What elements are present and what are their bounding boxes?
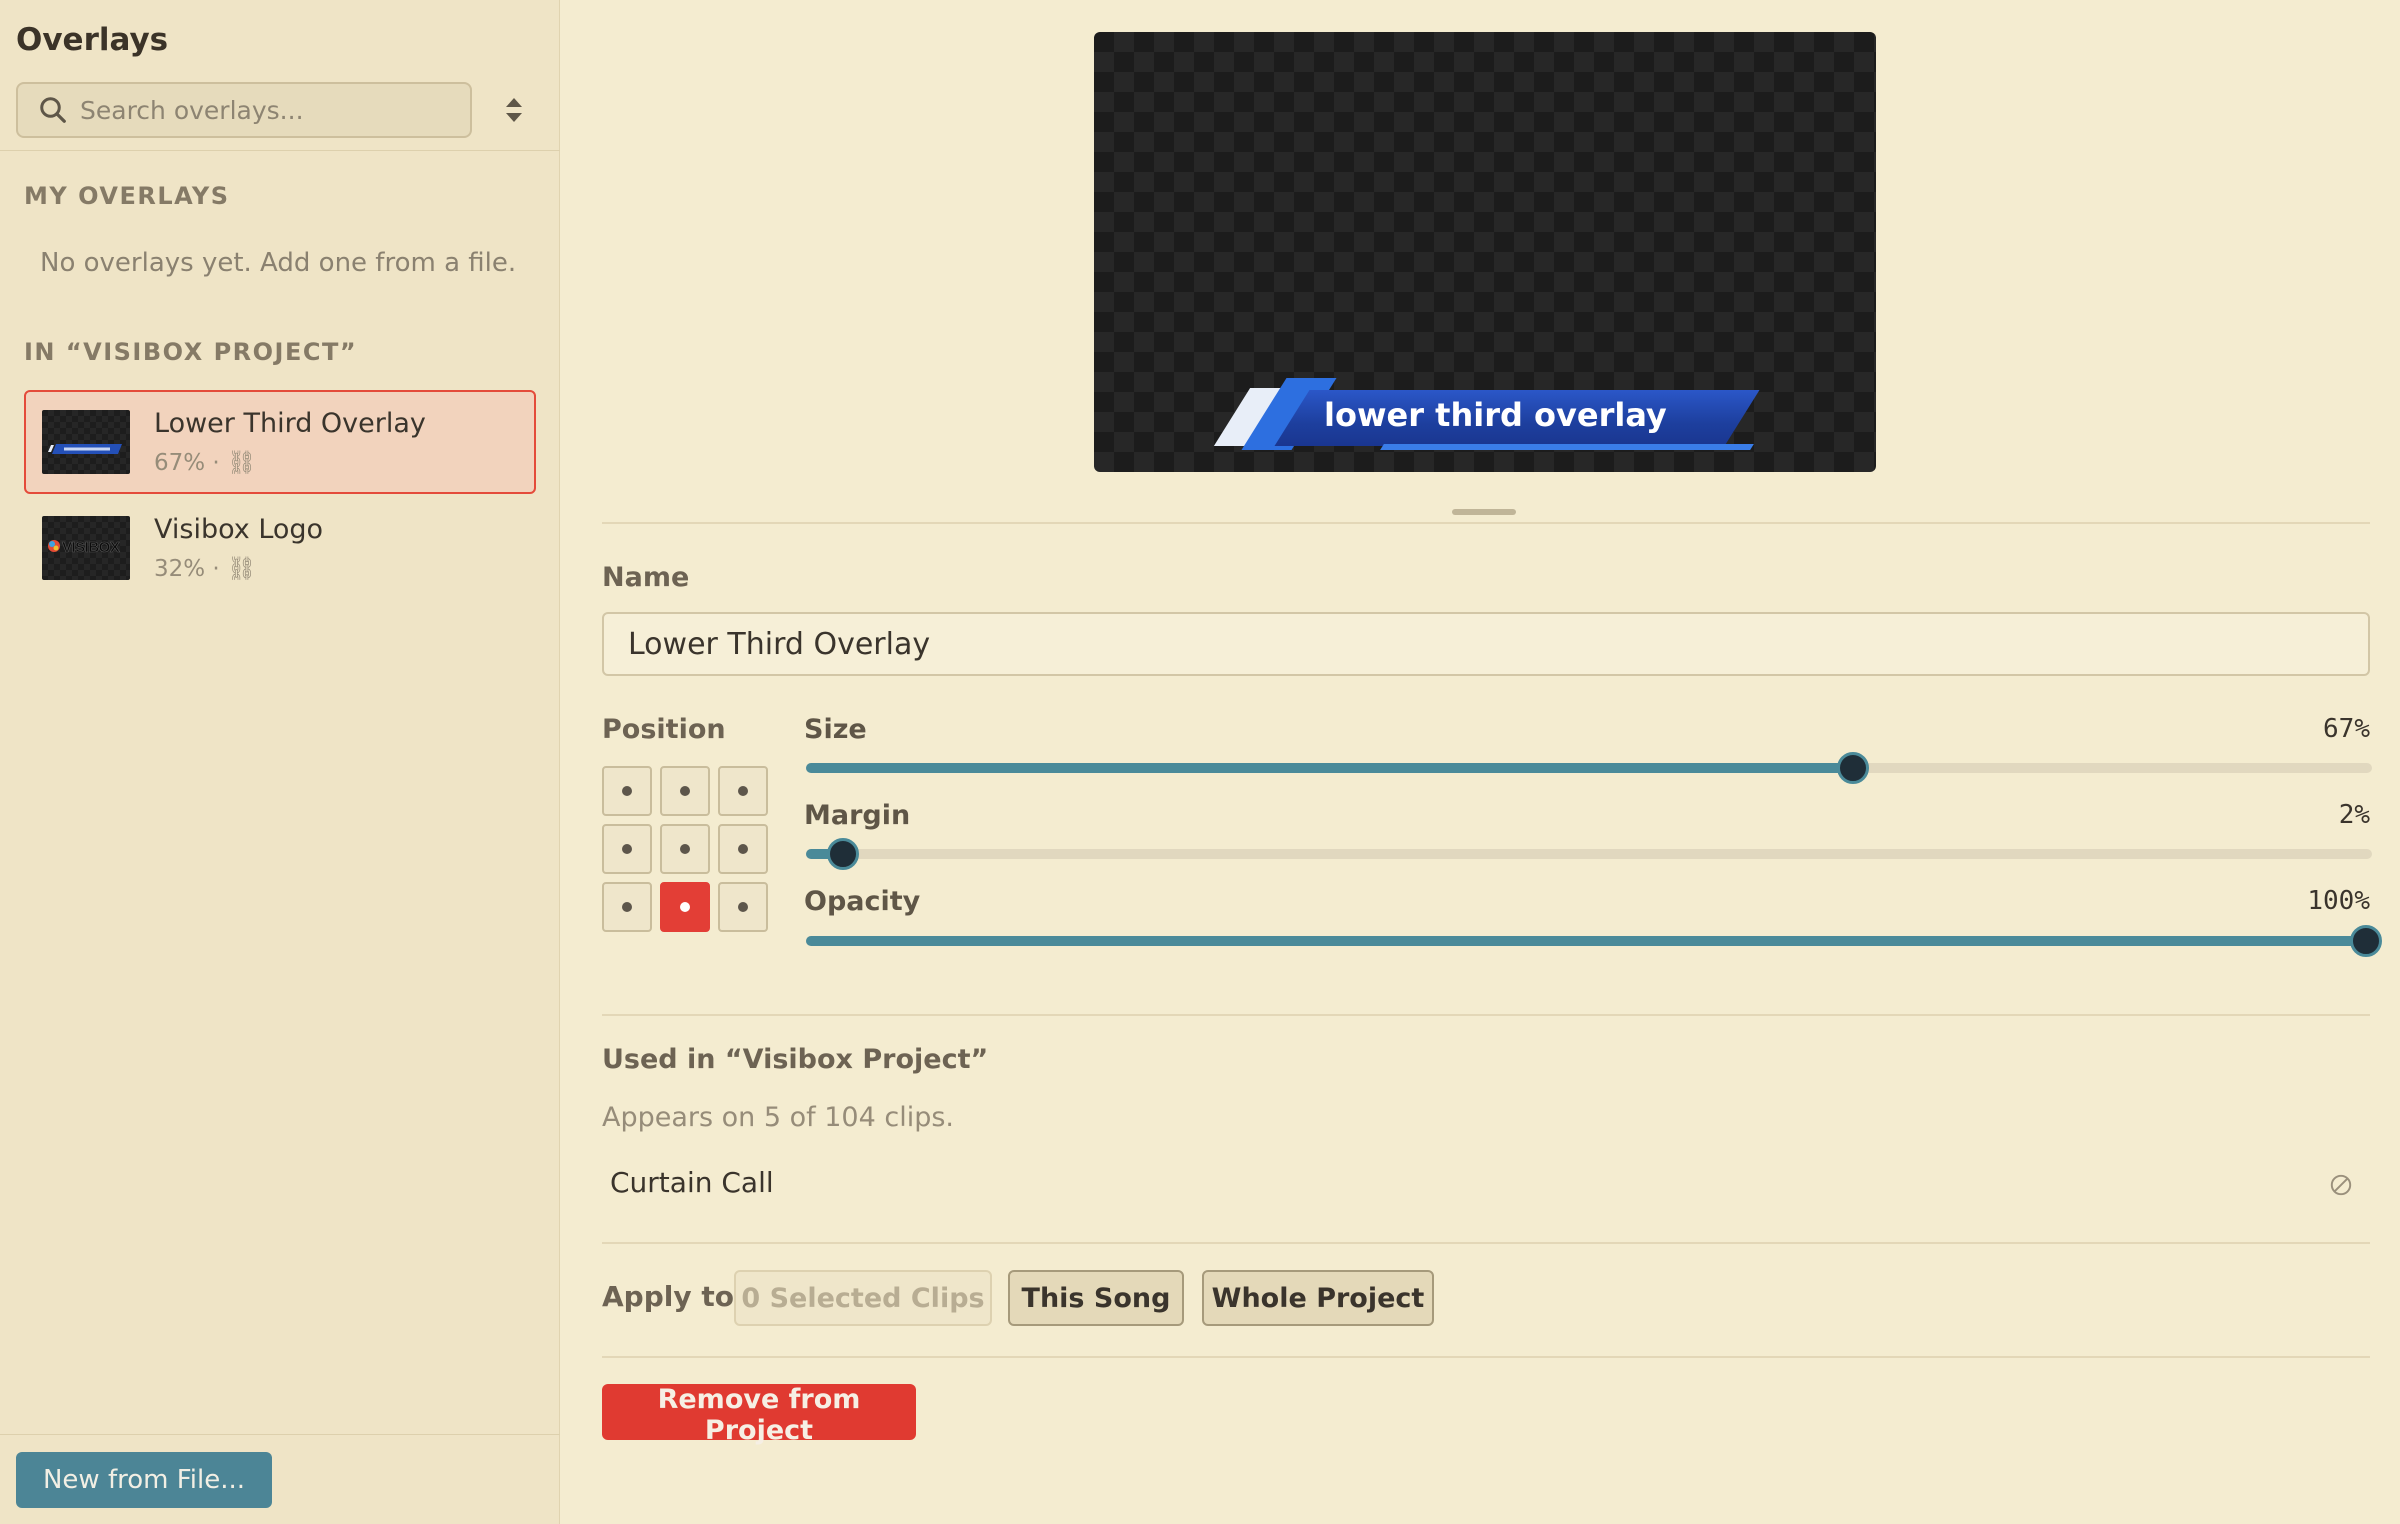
visibox-logo-text: VISIBOX [62,539,120,557]
position-bottom-right[interactable] [718,882,768,932]
overlay-name: Visibox Logo [154,514,324,545]
project-overlays-heading: IN “VISIBOX PROJECT” [24,338,358,366]
position-middle-center[interactable] [660,824,710,874]
overlay-preview: lower third overlay [1094,32,1876,472]
opacity-slider[interactable] [806,925,2382,957]
position-bottom-center[interactable] [660,882,710,932]
name-label: Name [602,562,690,593]
margin-value: 2% [2338,800,2370,830]
position-top-right[interactable] [718,766,768,816]
search-input[interactable] [80,95,470,125]
sort-arrows-icon [506,98,522,122]
new-from-file-button[interactable]: New from File... [16,1452,272,1508]
clip-row[interactable]: Curtain Call [610,1166,2362,1206]
opacity-value: 100% [2307,886,2370,916]
opacity-slider-fill [806,936,2366,946]
divider [602,1014,2370,1016]
overlay-thumbnail [42,410,130,474]
usage-title: Used in “Visibox Project” [602,1044,989,1075]
clip-name: Curtain Call [610,1166,774,1199]
usage-description: Appears on 5 of 104 clips. [602,1102,954,1133]
my-overlays-heading: MY OVERLAYS [24,182,230,210]
size-slider[interactable] [806,752,2372,784]
overlay-item-lower-third[interactable]: Lower Third Overlay 67% · ⛓ [24,390,536,494]
overlay-thumbnail: VISIBOX [42,516,130,580]
size-slider-fill [806,763,1853,773]
resize-handle[interactable] [1452,509,1516,515]
overlay-item-visibox-logo[interactable]: VISIBOX Visibox Logo 32% · ⛓ [24,496,536,600]
opacity-label: Opacity [804,886,921,917]
size-value: 67% [2323,714,2370,744]
apply-to-label: Apply to [602,1280,734,1313]
divider [602,1242,2370,1244]
remove-from-clip-icon[interactable] [2328,1172,2354,1198]
overlay-editor: lower third overlay Name Position Size 6… [560,0,2400,1524]
apply-this-song-button[interactable]: This Song [1008,1270,1184,1326]
margin-slider[interactable] [806,838,2372,870]
apply-selected-clips-button[interactable]: 0 Selected Clips [734,1270,992,1326]
apply-whole-project-button[interactable]: Whole Project [1202,1270,1434,1326]
app-window: Overlays MY OVERLAYS No overlays yet. Ad… [0,0,2400,1524]
search-icon [40,97,66,123]
overlay-meta: 67% · ⛓ [154,450,257,476]
preview-overlay-text: lower third overlay [1324,396,1667,434]
opacity-slider-knob[interactable] [2350,925,2382,957]
empty-overlays-message: No overlays yet. Add one from a file. [40,248,517,278]
name-field[interactable] [602,612,2370,676]
margin-slider-knob[interactable] [827,838,859,870]
size-label: Size [804,714,867,745]
position-middle-left[interactable] [602,824,652,874]
sort-button[interactable] [496,92,532,128]
lower-third-graphic: lower third overlay [1213,378,1760,462]
overlay-meta: 32% · ⛓ [154,556,257,582]
divider [602,522,2370,524]
margin-label: Margin [804,800,911,831]
sidebar-title: Overlays [16,22,169,58]
position-label: Position [602,714,726,745]
position-top-left[interactable] [602,766,652,816]
position-bottom-left[interactable] [602,882,652,932]
sidebar-footer-divider [0,1434,560,1435]
remove-from-project-button[interactable]: Remove from Project [602,1384,916,1446]
position-middle-right[interactable] [718,824,768,874]
size-slider-knob[interactable] [1837,752,1869,784]
sidebar-divider [0,150,560,151]
overlay-name: Lower Third Overlay [154,408,426,439]
search-box[interactable] [16,82,472,138]
position-grid [602,766,770,934]
position-top-center[interactable] [660,766,710,816]
sidebar: Overlays MY OVERLAYS No overlays yet. Ad… [0,0,560,1524]
divider [602,1356,2370,1358]
